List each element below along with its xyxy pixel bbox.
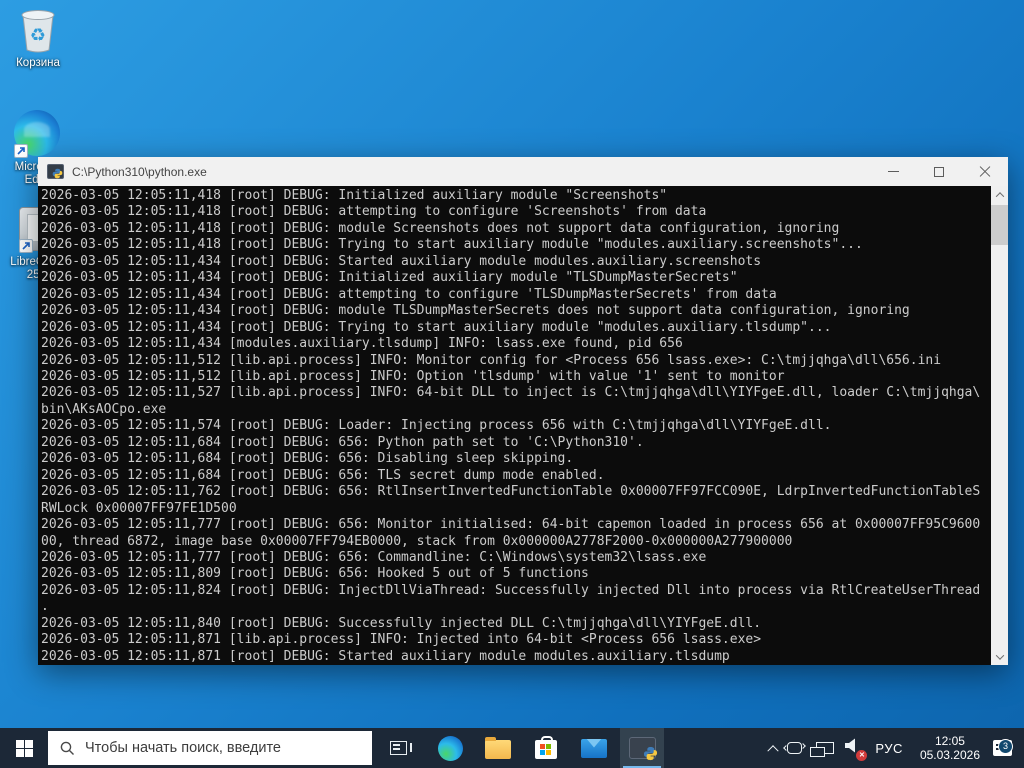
close-icon <box>979 166 991 178</box>
window-titlebar[interactable]: C:\Python310\python.exe <box>38 157 1008 186</box>
clock[interactable]: 12:05 05.03.2026 <box>912 728 988 768</box>
console-line: bin\AKsAOCpo.exe <box>41 402 991 418</box>
task-view-button[interactable] <box>376 728 420 768</box>
python-console-icon <box>629 737 656 759</box>
console-window: C:\Python310\python.exe 2026-03-05 12:05… <box>38 157 1008 665</box>
notification-badge: 3 <box>998 739 1013 754</box>
minimize-button[interactable] <box>870 157 916 186</box>
window-title: C:\Python310\python.exe <box>72 165 870 179</box>
console-line: 2026-03-05 12:05:11,684 [root] DEBUG: 65… <box>41 468 991 484</box>
edge-icon <box>438 736 463 761</box>
console-scrollbar[interactable] <box>991 186 1008 665</box>
network-icon <box>816 742 834 754</box>
console-line: 2026-03-05 12:05:11,777 [root] DEBUG: 65… <box>41 517 991 533</box>
desktop-icon-recycle-bin[interactable]: ♻ Корзина <box>6 8 70 70</box>
file-explorer-icon <box>485 740 511 759</box>
console-line: 2026-03-05 12:05:11,871 [lib.api.process… <box>41 632 991 648</box>
close-button[interactable] <box>962 157 1008 186</box>
minimize-icon <box>888 171 899 172</box>
console-line: 2026-03-05 12:05:11,777 [root] DEBUG: 65… <box>41 550 991 566</box>
shortcut-arrow-icon <box>14 144 28 158</box>
console-line: 2026-03-05 12:05:11,418 [root] DEBUG: at… <box>41 204 991 220</box>
console-output[interactable]: 2026-03-05 12:05:11,418 [root] DEBUG: In… <box>38 186 991 665</box>
console-line: 2026-03-05 12:05:11,762 [root] DEBUG: 65… <box>41 484 991 500</box>
console-line: 2026-03-05 12:05:11,871 [root] DEBUG: St… <box>41 649 991 665</box>
search-input[interactable] <box>85 740 335 756</box>
console-line: 2026-03-05 12:05:11,824 [root] DEBUG: In… <box>41 583 991 599</box>
maximize-button[interactable] <box>916 157 962 186</box>
console-line: 2026-03-05 12:05:11,840 [root] DEBUG: Su… <box>41 616 991 632</box>
desktop-icon-label: Корзина <box>6 57 70 70</box>
search-icon <box>60 741 75 756</box>
maximize-icon <box>934 167 944 177</box>
console-line: 2026-03-05 12:05:11,684 [root] DEBUG: 65… <box>41 451 991 467</box>
taskbar-python-console-button[interactable] <box>620 728 664 768</box>
taskbar-store-button[interactable] <box>524 728 568 768</box>
scroll-down-button[interactable] <box>991 648 1008 665</box>
chevron-down-icon <box>995 651 1003 659</box>
start-button[interactable] <box>0 728 48 768</box>
console-line: 2026-03-05 12:05:11,434 [root] DEBUG: St… <box>41 254 991 270</box>
console-line: 2026-03-05 12:05:11,434 [root] DEBUG: at… <box>41 287 991 303</box>
language-indicator[interactable]: РУС <box>866 728 912 768</box>
console-line: 2026-03-05 12:05:11,527 [lib.api.process… <box>41 385 991 401</box>
console-line: 2026-03-05 12:05:11,418 [root] DEBUG: Tr… <box>41 237 991 253</box>
windows-logo-icon <box>16 740 33 757</box>
action-center-icon: 3 <box>993 740 1012 756</box>
taskbar-explorer-button[interactable] <box>476 728 520 768</box>
tray-volume-button[interactable] <box>839 728 866 768</box>
task-view-icon <box>390 741 407 755</box>
console-line: RWLock 0x00007FF97FE1D500 <box>41 501 991 517</box>
tray-overflow-button[interactable] <box>764 728 782 768</box>
icon-label-line: Корзина <box>6 57 70 70</box>
taskbar-search[interactable] <box>48 731 372 765</box>
clock-date: 05.03.2026 <box>920 748 980 762</box>
console-line: 2026-03-05 12:05:11,418 [root] DEBUG: In… <box>41 188 991 204</box>
console-line: 2026-03-05 12:05:11,434 [root] DEBUG: Tr… <box>41 320 991 336</box>
console-line: 2026-03-05 12:05:11,809 [root] DEBUG: 65… <box>41 566 991 582</box>
console-line: . <box>41 599 991 615</box>
edge-icon <box>14 110 62 158</box>
console-line: 2026-03-05 12:05:11,434 [modules.auxilia… <box>41 336 991 352</box>
sync-icon <box>787 742 802 754</box>
chevron-up-icon <box>768 745 779 756</box>
window-controls <box>870 157 1008 186</box>
taskbar-edge-button[interactable] <box>428 728 472 768</box>
scroll-up-button[interactable] <box>991 186 1008 203</box>
chevron-up-icon <box>995 192 1003 200</box>
tray-sync-button[interactable] <box>782 728 807 768</box>
taskbar-mail-button[interactable] <box>572 728 616 768</box>
console-line: 2026-03-05 12:05:11,418 [root] DEBUG: mo… <box>41 221 991 237</box>
console-line: 2026-03-05 12:05:11,434 [root] DEBUG: In… <box>41 270 991 286</box>
svg-text:♻: ♻ <box>30 25 46 46</box>
recycle-bin-icon: ♻ <box>16 8 60 54</box>
python-console-icon <box>47 164 64 179</box>
tray-network-button[interactable] <box>807 728 839 768</box>
console-line: 2026-03-05 12:05:11,684 [root] DEBUG: 65… <box>41 435 991 451</box>
clock-time: 12:05 <box>920 734 980 748</box>
shortcut-arrow-icon <box>19 239 33 253</box>
console-line: 2026-03-05 12:05:11,512 [lib.api.process… <box>41 369 991 385</box>
mail-icon <box>581 739 607 758</box>
scrollbar-thumb[interactable] <box>991 205 1008 245</box>
action-center-button[interactable]: 3 <box>988 728 1024 768</box>
taskbar: РУС 12:05 05.03.2026 3 <box>0 728 1024 768</box>
microsoft-store-icon <box>535 740 557 759</box>
console-line: 2026-03-05 12:05:11,512 [lib.api.process… <box>41 353 991 369</box>
console-line: 00, thread 6872, image base 0x00007FF794… <box>41 534 991 550</box>
console-line: 2026-03-05 12:05:11,434 [root] DEBUG: mo… <box>41 303 991 319</box>
console-line: 2026-03-05 12:05:11,574 [root] DEBUG: Lo… <box>41 418 991 434</box>
system-tray: РУС 12:05 05.03.2026 3 <box>764 728 1024 768</box>
volume-muted-icon <box>844 738 861 758</box>
